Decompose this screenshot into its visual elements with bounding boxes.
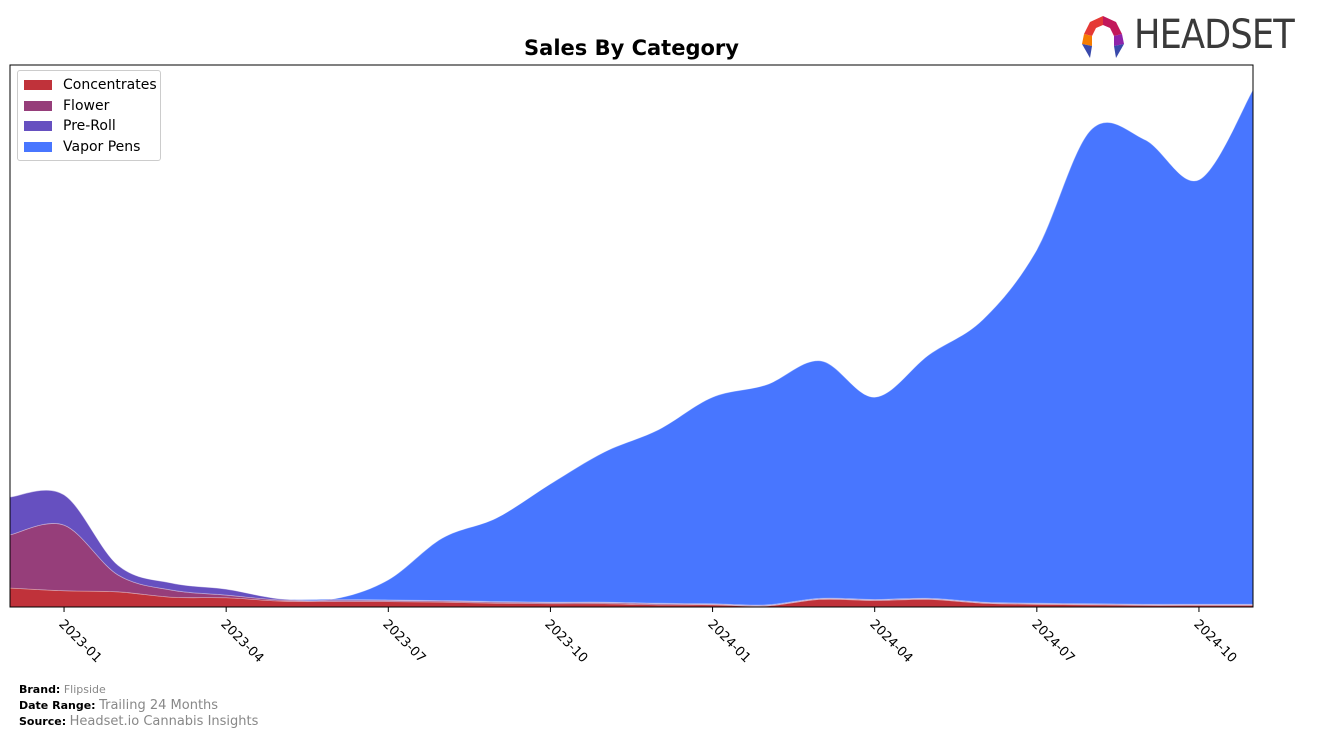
legend-item-pre-roll: Pre-Roll [24,117,116,135]
chart-plot [9,64,1254,612]
legend-swatch-flower [24,101,52,111]
legend-swatch-pre-roll [24,121,52,131]
footer-brand: Brand: Flipside [19,683,106,696]
area-layers [9,88,1254,608]
date-range-value: Trailing 24 Months [99,698,219,713]
source-label: Source: [19,715,67,728]
brand-label: Brand: [19,683,61,696]
legend-item-flower: Flower [24,97,109,115]
legend-item-concentrates: Concentrates [24,76,157,94]
legend-swatch-vapor-pens [24,142,52,152]
date-range-label: Date Range: [19,699,96,712]
source-value: Headset.io Cannabis Insights [69,714,259,729]
legend-swatch-concentrates [24,80,52,90]
legend-label: Pre-Roll [63,118,116,134]
brand-value: Flipside [63,683,106,696]
legend: Concentrates Flower Pre-Roll Vapor Pens [17,70,161,161]
legend-label: Concentrates [63,77,157,93]
footer-source: Source: Headset.io Cannabis Insights [19,714,258,729]
legend-label: Flower [63,98,110,114]
footer-date-range: Date Range: Trailing 24 Months [19,698,218,713]
legend-item-vapor-pens: Vapor Pens [24,138,140,156]
area-vapor-pens [9,88,1254,606]
x-axis-ticks [63,607,1200,612]
legend-label: Vapor Pens [63,139,141,155]
